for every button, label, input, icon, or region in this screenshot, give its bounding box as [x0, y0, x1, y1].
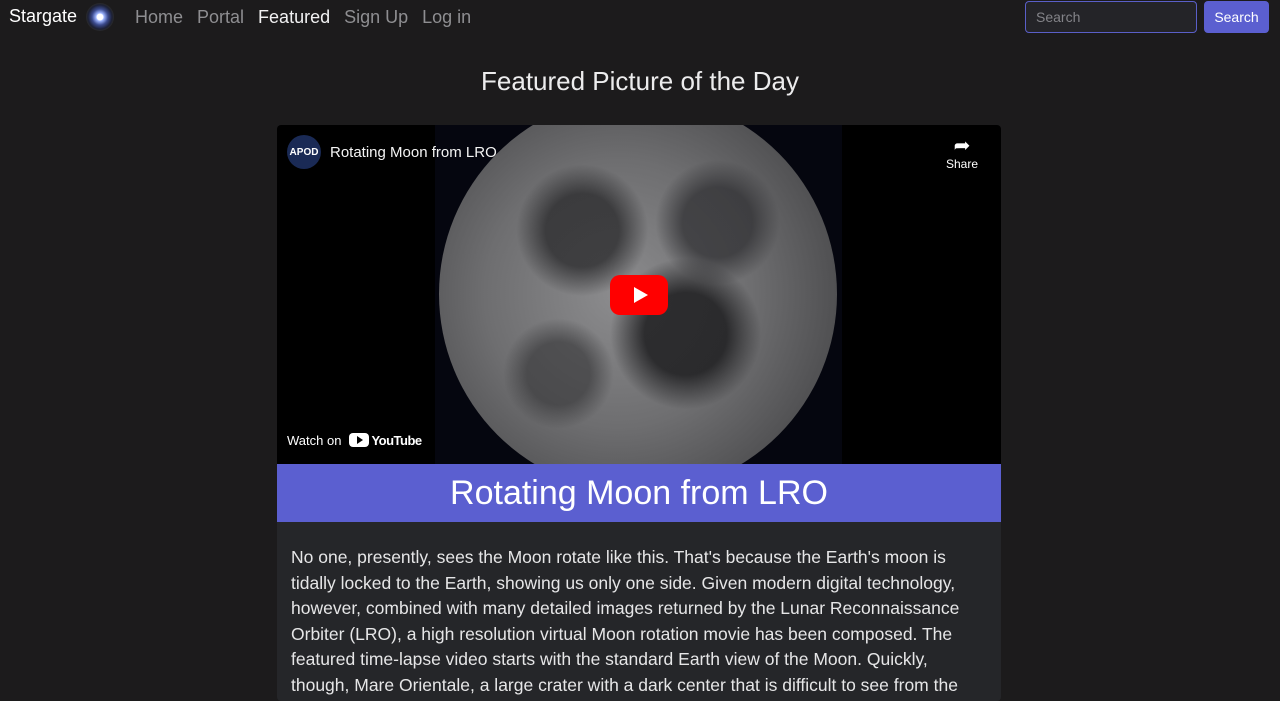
brand-name[interactable]: Stargate	[9, 6, 77, 27]
share-label: Share	[945, 157, 979, 171]
page-title: Featured Picture of the Day	[481, 66, 799, 96]
search-button[interactable]: Search	[1204, 1, 1269, 33]
youtube-wordmark: YouTube	[371, 432, 422, 448]
search-input[interactable]	[1025, 1, 1197, 33]
picture-title-banner: Rotating Moon from LRO	[277, 464, 1001, 522]
nav-link-log-in[interactable]: Log in	[422, 7, 471, 28]
nav-link-portal[interactable]: Portal	[197, 7, 244, 28]
picture-description: No one, presently, sees the Moon rotate …	[291, 547, 960, 701]
channel-avatar[interactable]: APOD	[287, 135, 321, 169]
youtube-logo: YouTube	[349, 432, 422, 448]
play-button[interactable]	[610, 275, 668, 315]
nav-link-featured[interactable]: Featured	[258, 7, 330, 28]
nav-links: Home Portal Featured Sign Up Log in	[135, 7, 471, 28]
share-arrow-icon: ➦	[953, 135, 971, 157]
navbar: Stargate Home Portal Featured Sign Up Lo…	[0, 0, 1280, 36]
featured-card: APOD Rotating Moon from LRO ➦ Share Watc…	[277, 125, 1001, 701]
share-button[interactable]: ➦ Share	[941, 135, 983, 171]
nav-link-home[interactable]: Home	[135, 7, 183, 28]
video-embed[interactable]: APOD Rotating Moon from LRO ➦ Share Watc…	[277, 125, 1001, 464]
nav-link-sign-up[interactable]: Sign Up	[344, 7, 408, 28]
galaxy-logo-icon[interactable]	[86, 3, 114, 31]
play-icon	[634, 287, 648, 303]
youtube-play-icon	[349, 433, 370, 447]
watch-on-label: Watch on	[287, 432, 342, 448]
video-title[interactable]: Rotating Moon from LRO	[330, 144, 497, 161]
watch-on-youtube-button[interactable]: Watch on YouTube	[277, 420, 423, 460]
